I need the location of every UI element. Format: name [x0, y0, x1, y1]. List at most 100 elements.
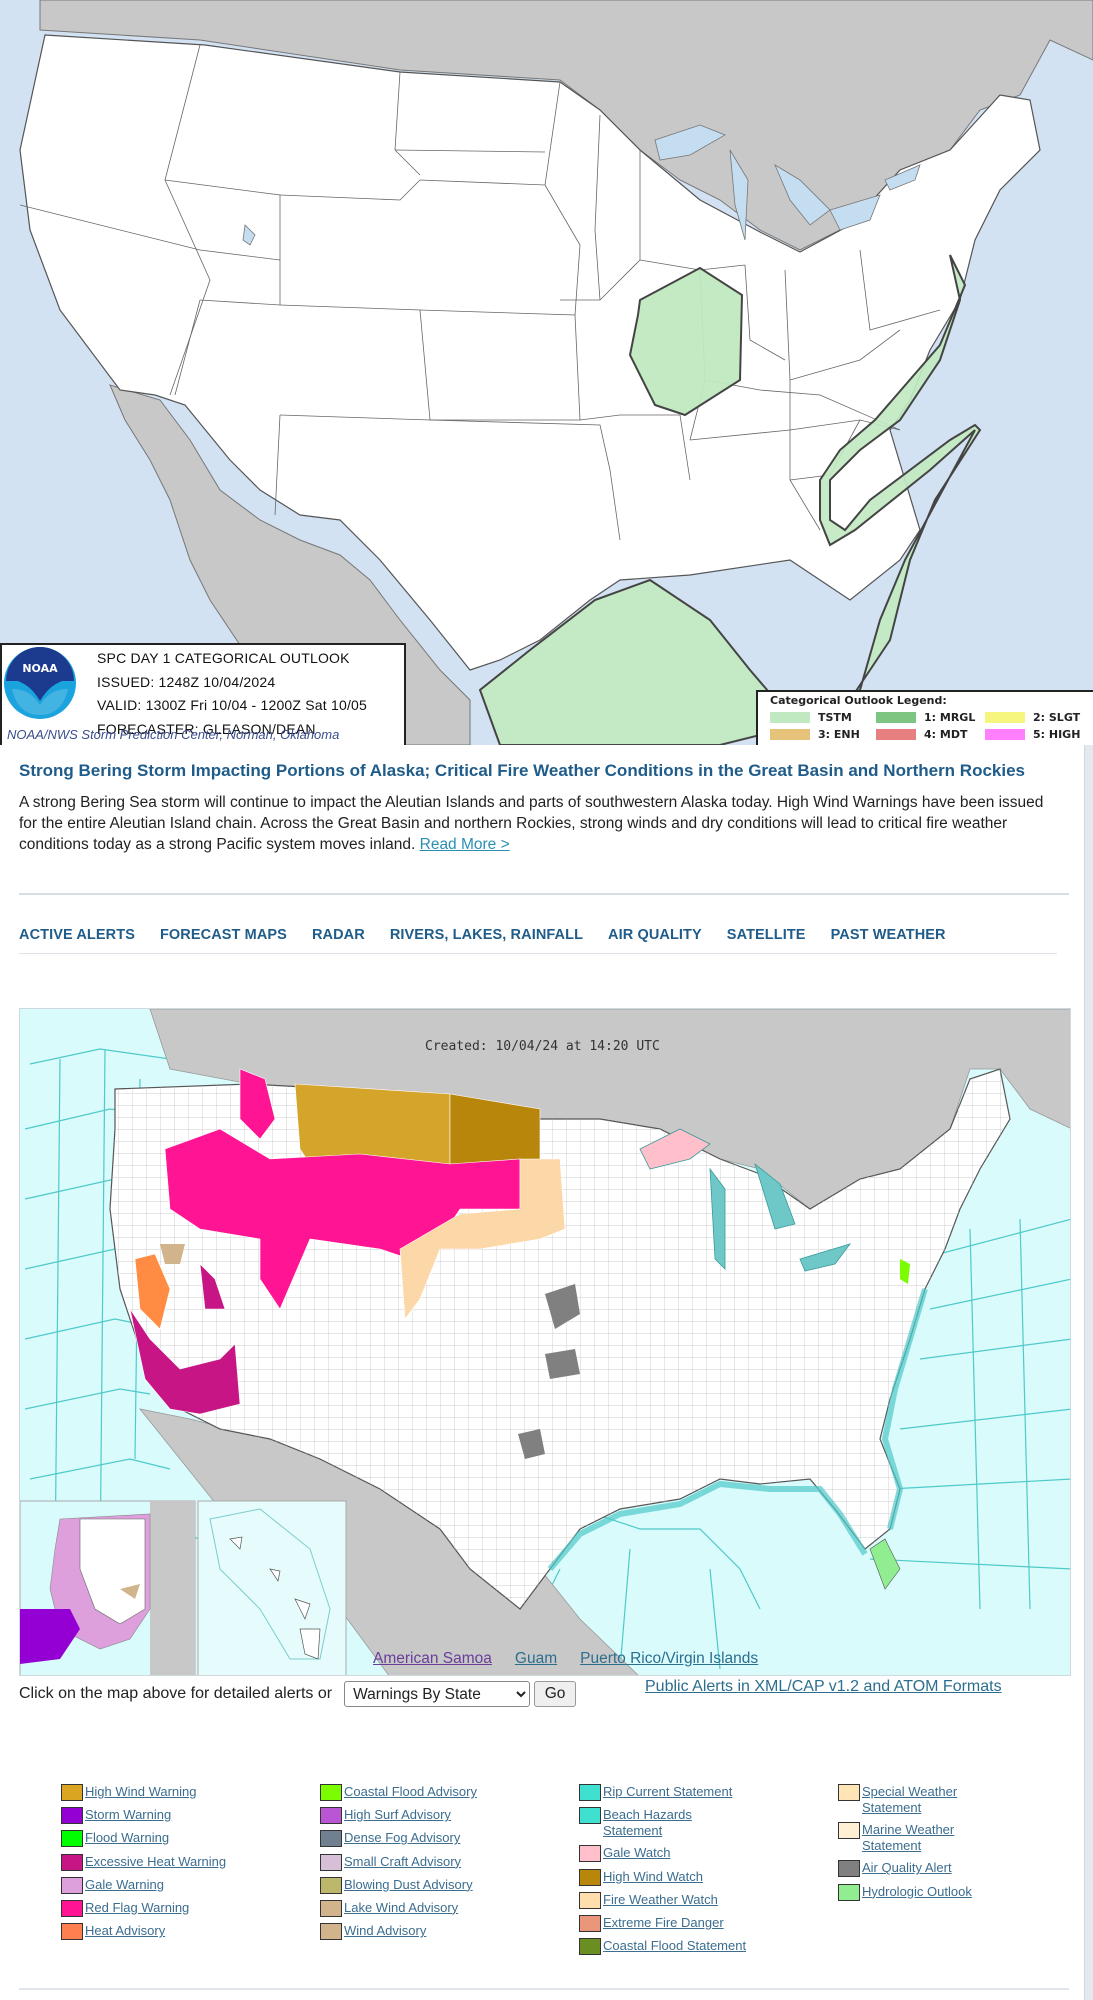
color-swatch [320, 1784, 342, 1801]
spc-title: SPC DAY 1 CATEGORICAL OUTLOOK [97, 650, 350, 666]
alerts-map-graphic [20, 1009, 1070, 1675]
legend-item[interactable]: Extreme Fire Danger [579, 1914, 819, 1932]
legend-column: Rip Current Statement Beach Hazards Stat… [579, 1784, 819, 1961]
color-swatch [320, 1899, 342, 1917]
noaa-logo-icon: NOAA [4, 647, 76, 719]
legend-item[interactable]: Coastal Flood Advisory [320, 1784, 560, 1801]
color-swatch [320, 1807, 342, 1825]
spc-legend-item: 4: MDT [876, 728, 967, 741]
legend-item[interactable]: Air Quality Alert [838, 1860, 1078, 1878]
spc-info-box: NOAA SPC DAY 1 CATEGORICAL OUTLOOK ISSUE… [0, 643, 406, 745]
hydrologic-outlook-area [869, 1538, 901, 1590]
color-swatch [320, 1876, 342, 1894]
legend-item[interactable]: Flood Warning [61, 1830, 301, 1848]
legend-item[interactable]: Gale Warning [61, 1876, 301, 1894]
nav-forecast-maps[interactable]: FORECAST MAPS [160, 927, 287, 943]
color-swatch [838, 1860, 860, 1878]
link-american-samoa[interactable]: American Samoa [373, 1650, 492, 1668]
color-swatch [579, 1807, 601, 1825]
scrollbar-track[interactable] [1084, 745, 1093, 2000]
legend-item[interactable]: Special Weather Statement [838, 1784, 1078, 1816]
legend-item[interactable]: Blowing Dust Advisory [320, 1876, 560, 1894]
spc-legend-item: 3: ENH [770, 728, 860, 741]
nav-rivers-lakes-rainfall[interactable]: RIVERS, LAKES, RAINFALL [390, 927, 583, 943]
color-swatch [579, 1784, 601, 1801]
read-more-link[interactable]: Read More > [420, 836, 510, 853]
alerts-map[interactable]: Created: 10/04/24 at 14:20 UTC American … [19, 1008, 1071, 1676]
legend-item[interactable]: High Wind Watch [579, 1868, 819, 1886]
legend-item[interactable]: Dense Fog Advisory [320, 1830, 560, 1848]
legend-item[interactable]: Gale Watch [579, 1845, 819, 1863]
color-swatch [579, 1868, 601, 1886]
color-swatch [838, 1822, 860, 1840]
controls-prompt: Click on the map above for detailed aler… [19, 1685, 333, 1702]
headline-section: Strong Bering Storm Impacting Portions o… [19, 760, 1059, 855]
headline-body: A strong Bering Sea storm will continue … [19, 794, 1044, 853]
spc-legend-item: TSTM [770, 711, 852, 724]
divider [19, 893, 1069, 895]
legend-item[interactable]: Fire Weather Watch [579, 1891, 819, 1909]
color-swatch [579, 1938, 601, 1956]
warnings-select[interactable]: Warnings By State [344, 1681, 531, 1707]
color-swatch [61, 1853, 83, 1871]
hawaii-inset [197, 1500, 347, 1675]
legend-item[interactable]: Storm Warning [61, 1807, 301, 1825]
legend-item[interactable]: Lake Wind Advisory [320, 1899, 560, 1917]
alert-controls: Click on the map above for detailed aler… [19, 1681, 577, 1707]
legend-item[interactable]: Red Flag Warning [61, 1899, 301, 1917]
legend-item[interactable]: Rip Current Statement [579, 1784, 819, 1801]
legend-item[interactable]: Hydrologic Outlook [838, 1883, 1078, 1901]
spc-valid: VALID: 1300Z Fri 10/04 - 1200Z Sat 10/05 [97, 697, 368, 713]
legend-item[interactable]: Excessive Heat Warning [61, 1853, 301, 1871]
color-swatch [61, 1784, 83, 1801]
color-swatch [61, 1876, 83, 1894]
color-swatch [61, 1830, 83, 1848]
divider [19, 1988, 1069, 1990]
nav-active-alerts[interactable]: ACTIVE ALERTS [19, 927, 135, 943]
legend-column: High Wind Warning Storm Warning Flood Wa… [61, 1784, 301, 1946]
spc-legend-title: Categorical Outlook Legend: [770, 694, 947, 707]
color-swatch [579, 1845, 601, 1863]
color-swatch [61, 1923, 83, 1941]
legend-item[interactable]: Small Craft Advisory [320, 1853, 560, 1871]
color-swatch [61, 1807, 83, 1825]
nav-air-quality[interactable]: AIR QUALITY [608, 927, 702, 943]
color-swatch [838, 1883, 860, 1901]
map-created-timestamp: Created: 10/04/24 at 14:20 UTC [425, 1039, 660, 1054]
spc-map-graphic [19, 0, 1093, 745]
air-quality-area-tx [545, 1349, 580, 1379]
go-button[interactable]: Go [534, 1681, 577, 1707]
territory-links: American Samoa Guam Puerto Rico/Virgin I… [373, 1650, 758, 1668]
spc-legend-item: 5: HIGH [985, 728, 1080, 741]
alaska-inset [20, 1500, 196, 1675]
link-puerto-rico-virgin-islands[interactable]: Puerto Rico/Virgin Islands [580, 1650, 758, 1668]
svg-text:NOAA: NOAA [22, 662, 58, 675]
spc-outlook-map[interactable]: NOAA SPC DAY 1 CATEGORICAL OUTLOOK ISSUE… [0, 0, 1093, 745]
nav-past-weather[interactable]: PAST WEATHER [831, 927, 946, 943]
legend-item[interactable]: Beach Hazards Statement [579, 1807, 819, 1839]
color-swatch [320, 1853, 342, 1871]
color-swatch [320, 1830, 342, 1848]
legend-item[interactable]: Marine Weather Statement [838, 1822, 1078, 1854]
legend-item[interactable]: High Wind Warning [61, 1784, 301, 1801]
legend-item[interactable]: Heat Advisory [61, 1923, 301, 1941]
legend-column: Special Weather Statement Marine Weather… [838, 1784, 1078, 1907]
spc-credit: NOAA/NWS Storm Prediction Center, Norman… [7, 727, 340, 742]
legend-item[interactable]: Coastal Flood Statement [579, 1938, 819, 1956]
spc-issued: ISSUED: 1248Z 10/04/2024 [97, 673, 276, 690]
color-swatch [838, 1784, 860, 1801]
legend-column: Coastal Flood Advisory High Surf Advisor… [320, 1784, 560, 1946]
spc-legend: Categorical Outlook Legend: TSTM 1: MRGL… [756, 690, 1093, 745]
link-guam[interactable]: Guam [515, 1650, 557, 1668]
nav-radar[interactable]: RADAR [312, 927, 365, 943]
headline-title: Strong Bering Storm Impacting Portions o… [19, 761, 1025, 780]
color-swatch [320, 1923, 342, 1941]
nav-satellite[interactable]: SATELLITE [727, 927, 806, 943]
spc-legend-item: 2: SLGT [985, 711, 1080, 724]
cap-atom-link[interactable]: Public Alerts in XML/CAP v1.2 and ATOM F… [645, 1678, 1002, 1696]
main-nav: ACTIVE ALERTS FORECAST MAPS RADAR RIVERS… [19, 927, 946, 943]
spc-legend-item: 1: MRGL [876, 711, 975, 724]
legend-item[interactable]: High Surf Advisory [320, 1807, 560, 1825]
legend-item[interactable]: Wind Advisory [320, 1923, 560, 1941]
color-swatch [61, 1899, 83, 1917]
